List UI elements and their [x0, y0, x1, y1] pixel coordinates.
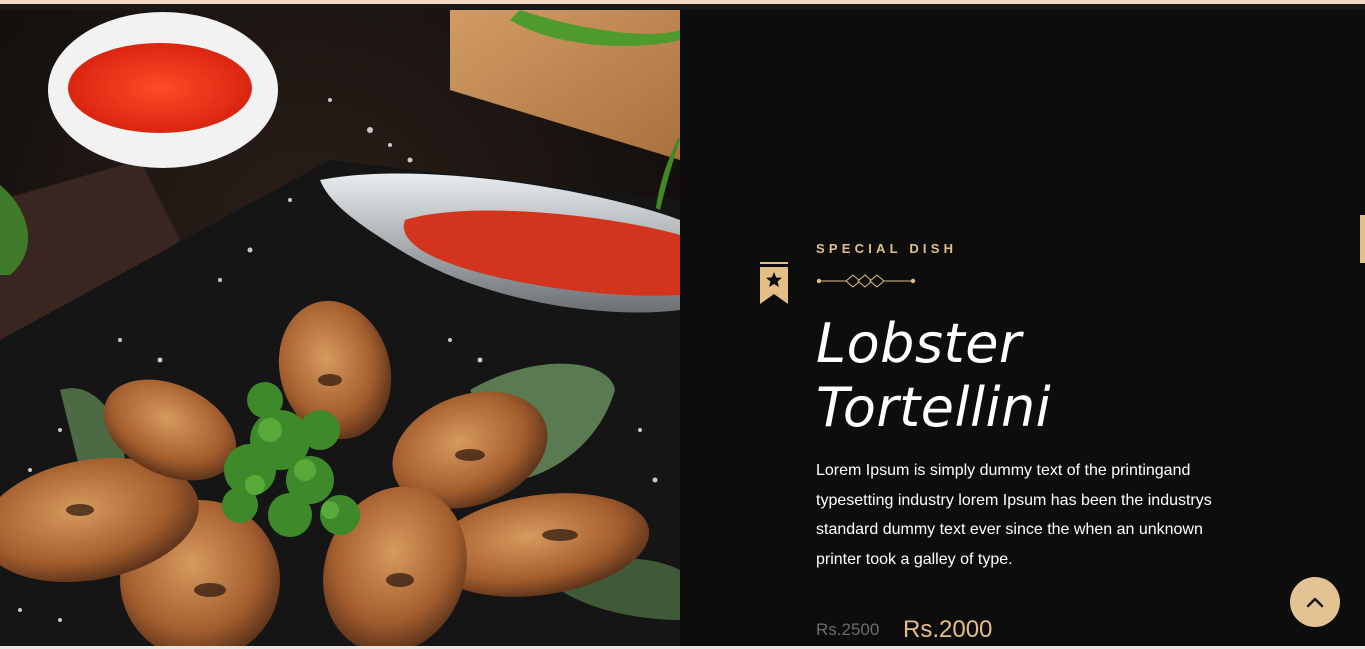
new-price: Rs.2000 [903, 616, 993, 643]
food-illustration [0, 10, 680, 649]
dish-title-line-2: Tortellini [816, 376, 1052, 439]
dish-title-line-1: Lobster [816, 312, 1022, 375]
old-price: Rs.2500 [816, 620, 880, 639]
dish-title: Lobster Tortellini [816, 312, 1236, 440]
food-image [0, 10, 680, 649]
chevron-up-icon [1306, 597, 1324, 608]
subtitle: SPECIAL DISH [816, 241, 958, 256]
star-bookmark-icon [760, 262, 788, 304]
dish-description: Lorem Ipsum is simply dummy text of the … [816, 462, 1212, 568]
back-to-top-button[interactable] [1290, 577, 1340, 627]
diamond-separator-icon [816, 274, 916, 288]
side-tab[interactable] [1360, 215, 1365, 263]
